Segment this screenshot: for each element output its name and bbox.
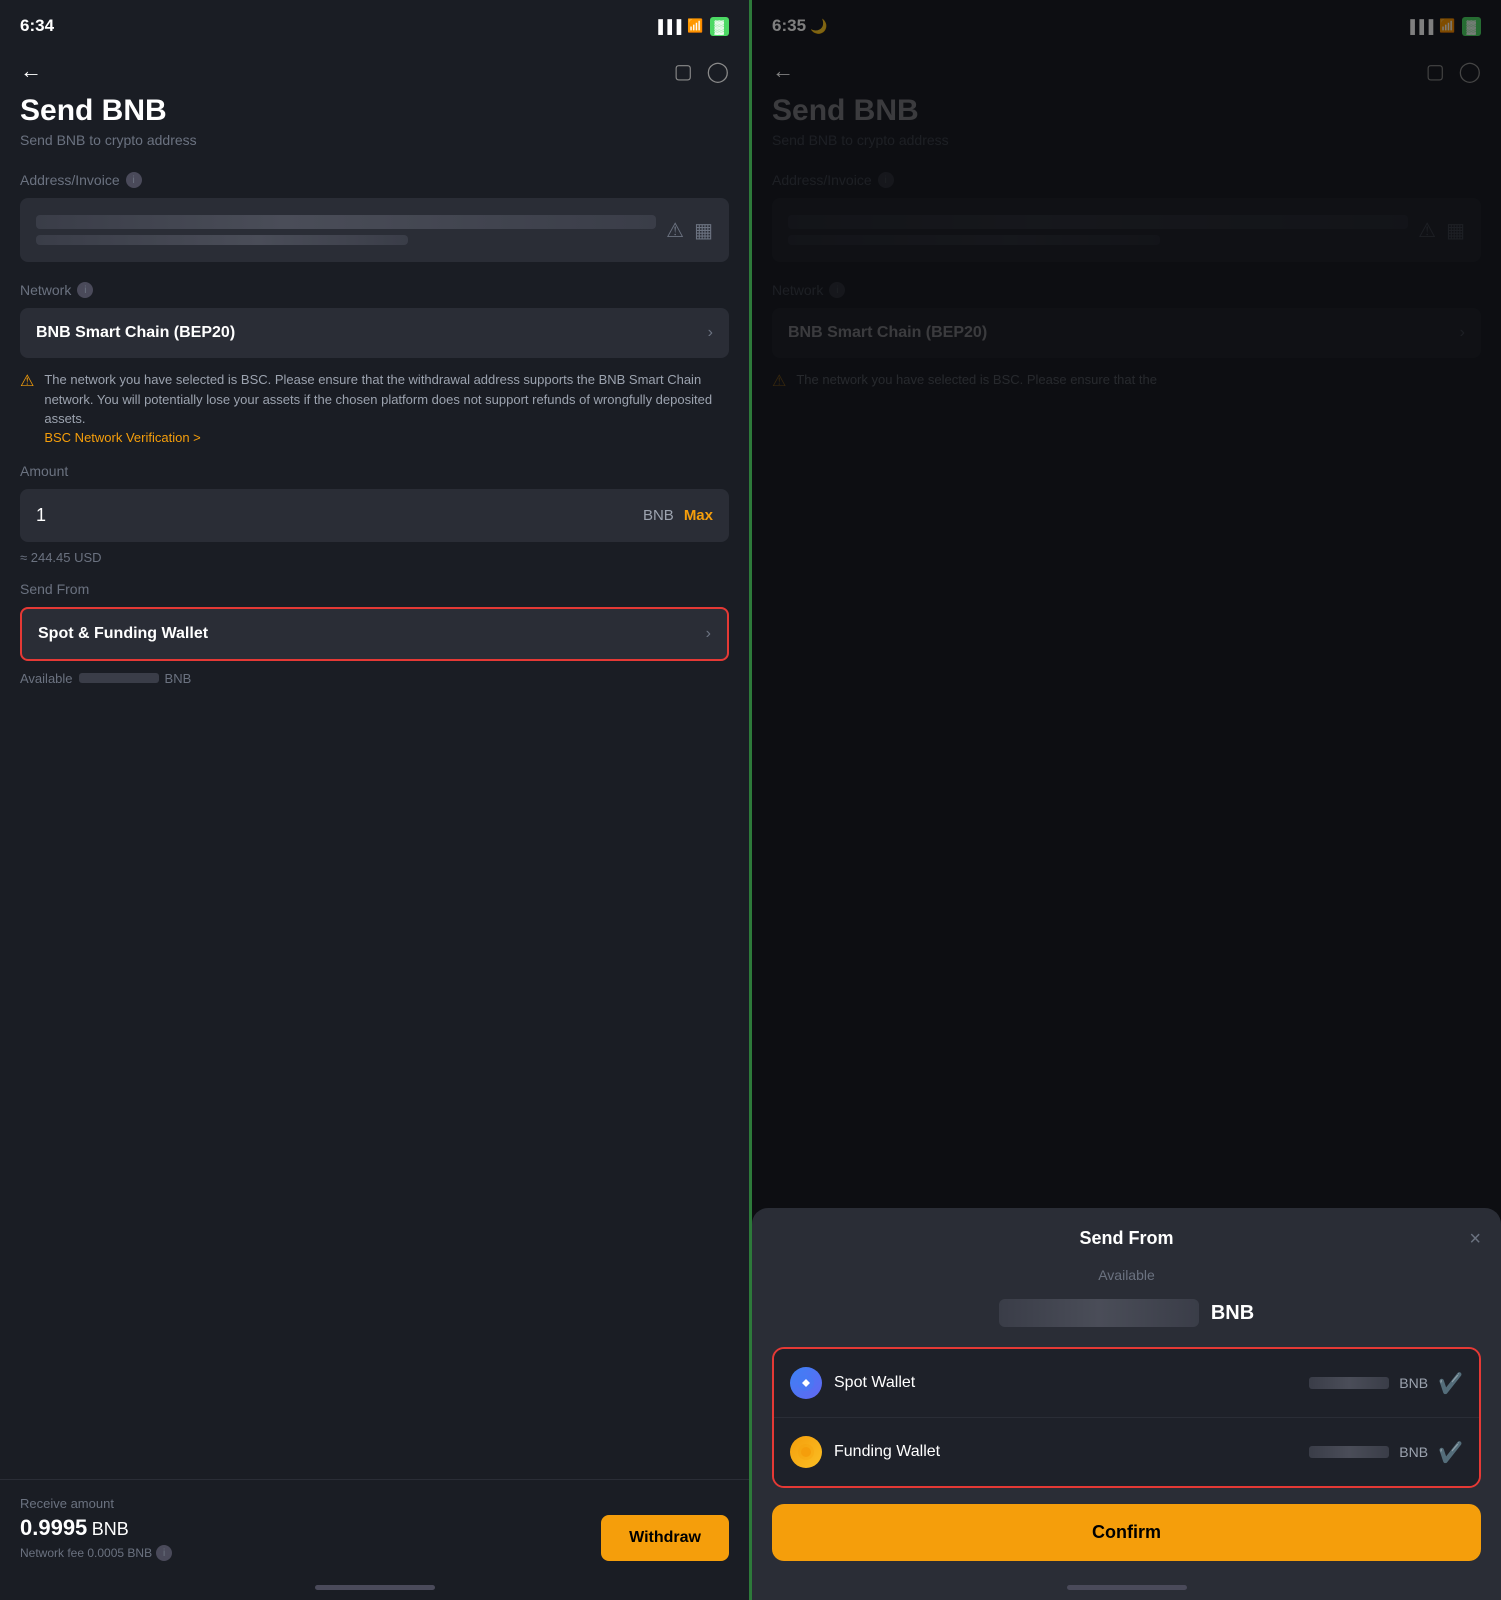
network-fee: Network fee 0.0005 BNB i — [20, 1545, 172, 1561]
address-input[interactable]: ⚠ ▦ — [20, 198, 729, 262]
available-label: Available — [20, 671, 73, 686]
warning-text: The network you have selected is BSC. Pl… — [44, 372, 712, 426]
nav-bar-left: ← ▢ ◯ — [0, 48, 749, 94]
amount-input[interactable]: 1 BNB Max — [20, 489, 729, 542]
history-icon-left[interactable]: ◯ — [707, 59, 729, 84]
receive-section: Receive amount 0.9995 BNB Network fee 0.… — [0, 1479, 749, 1577]
address-input-icons: ⚠ ▦ — [666, 218, 713, 243]
available-currency: BNB — [165, 671, 192, 686]
status-icons-left: ▐▐▐ 📶 ▓ — [654, 17, 729, 36]
send-from-value: Spot & Funding Wallet — [38, 625, 208, 643]
spot-wallet-right: BNB ✔️ — [1309, 1371, 1463, 1396]
available-balance-blur — [79, 673, 159, 683]
network-fee-text: Network fee 0.0005 BNB — [20, 1546, 152, 1560]
send-from-label: Send From — [20, 581, 89, 597]
contact-icon[interactable]: ⚠ — [666, 218, 684, 243]
page-subtitle-left: Send BNB to crypto address — [20, 132, 729, 148]
wifi-icon: 📶 — [687, 18, 703, 34]
left-content: Send BNB Send BNB to crypto address Addr… — [0, 94, 749, 1479]
modal-title: Send From — [1079, 1228, 1173, 1249]
send-from-selector[interactable]: Spot & Funding Wallet › — [20, 607, 729, 661]
amount-currency: BNB — [643, 507, 674, 524]
network-info-icon[interactable]: i — [77, 282, 93, 298]
network-value: BNB Smart Chain (BEP20) — [36, 324, 235, 342]
funding-wallet-name: Funding Wallet — [834, 1443, 940, 1461]
withdraw-button[interactable]: Withdraw — [601, 1515, 729, 1561]
modal-available-label: Available — [752, 1259, 1501, 1295]
modal-header: Send From × — [752, 1208, 1501, 1259]
warning-icon: ⚠ — [20, 371, 34, 447]
amount-value: 1 — [36, 505, 46, 526]
funding-balance-blur — [1309, 1446, 1389, 1458]
spot-wallet-icon — [790, 1367, 822, 1399]
send-from-chevron: › — [706, 625, 711, 643]
spot-balance-blur — [1309, 1377, 1389, 1389]
address-label: Address/Invoice — [20, 172, 120, 188]
receive-amount-block: 0.9995 BNB Network fee 0.0005 BNB i — [20, 1515, 172, 1561]
warning-content: The network you have selected is BSC. Pl… — [44, 370, 729, 447]
spot-wallet-left: Spot Wallet — [790, 1367, 915, 1399]
network-label: Network — [20, 282, 71, 298]
receive-currency: BNB — [92, 1519, 129, 1539]
home-bar-left — [315, 1585, 435, 1590]
funding-wallet-right: BNB ✔️ — [1309, 1440, 1463, 1465]
receive-row: 0.9995 BNB Network fee 0.0005 BNB i With… — [20, 1515, 729, 1561]
bsc-link[interactable]: BSC Network Verification > — [44, 430, 200, 445]
send-from-modal: Send From × Available BNB — [752, 1208, 1501, 1600]
amount-label-row: Amount — [20, 463, 729, 479]
max-button[interactable]: Max — [684, 507, 713, 524]
home-indicator-right — [752, 1577, 1501, 1600]
send-from-label-row: Send From — [20, 581, 729, 597]
signal-icon: ▐▐▐ — [654, 19, 682, 34]
spot-wallet-currency: BNB — [1399, 1375, 1428, 1391]
modal-close-button[interactable]: × — [1469, 1228, 1481, 1251]
spot-wallet-option[interactable]: Spot Wallet BNB ✔️ — [774, 1349, 1479, 1418]
left-screen: 6:34 ▐▐▐ 📶 ▓ ← ▢ ◯ Send BNB Send BNB to … — [0, 0, 752, 1600]
amount-right: BNB Max — [643, 507, 713, 524]
funding-wallet-option[interactable]: Funding Wallet BNB ✔️ — [774, 1418, 1479, 1486]
receive-amount: 0.9995 — [20, 1515, 87, 1540]
battery-icon: ▓ — [710, 17, 729, 36]
balance-blur — [999, 1299, 1199, 1327]
funding-wallet-left: Funding Wallet — [790, 1436, 940, 1468]
home-indicator-left — [0, 1577, 749, 1600]
network-label-row: Network i — [20, 282, 729, 298]
usd-equiv: ≈ 244.45 USD — [20, 550, 729, 565]
fee-info-icon[interactable]: i — [156, 1545, 172, 1561]
spot-check-icon: ✔️ — [1438, 1371, 1463, 1396]
address-label-row: Address/Invoice i — [20, 172, 729, 188]
status-bar-left: 6:34 ▐▐▐ 📶 ▓ — [0, 0, 749, 48]
modal-overlay: Send From × Available BNB — [752, 0, 1501, 1600]
modal-balance-row: BNB — [752, 1295, 1501, 1347]
confirm-button[interactable]: Confirm — [772, 1504, 1481, 1561]
available-row: Available BNB — [20, 671, 729, 686]
time-left: 6:34 — [20, 16, 54, 36]
qr-icon[interactable]: ▦ — [694, 218, 713, 243]
nav-icons-left: ▢ ◯ — [674, 59, 729, 84]
home-bar-right — [1067, 1585, 1187, 1590]
funding-wallet-currency: BNB — [1399, 1444, 1428, 1460]
amount-label: Amount — [20, 463, 68, 479]
funding-wallet-icon — [790, 1436, 822, 1468]
wallet-options-container: Spot Wallet BNB ✔️ — [772, 1347, 1481, 1488]
network-chevron: › — [708, 324, 713, 342]
warning-box: ⚠ The network you have selected is BSC. … — [20, 370, 729, 463]
balance-currency: BNB — [1211, 1302, 1254, 1325]
page-title-left: Send BNB — [20, 94, 729, 128]
funding-check-icon: ✔️ — [1438, 1440, 1463, 1465]
right-screen: 6:35 🌙 ▐▐▐ 📶 ▓ ← ▢ ◯ Send BNB Send BNB t… — [752, 0, 1501, 1600]
help-icon-left[interactable]: ▢ — [674, 59, 693, 84]
spot-wallet-name: Spot Wallet — [834, 1374, 915, 1392]
network-selector[interactable]: BNB Smart Chain (BEP20) › — [20, 308, 729, 358]
receive-label: Receive amount — [20, 1496, 729, 1511]
back-button-left[interactable]: ← — [20, 58, 42, 84]
address-info-icon[interactable]: i — [126, 172, 142, 188]
